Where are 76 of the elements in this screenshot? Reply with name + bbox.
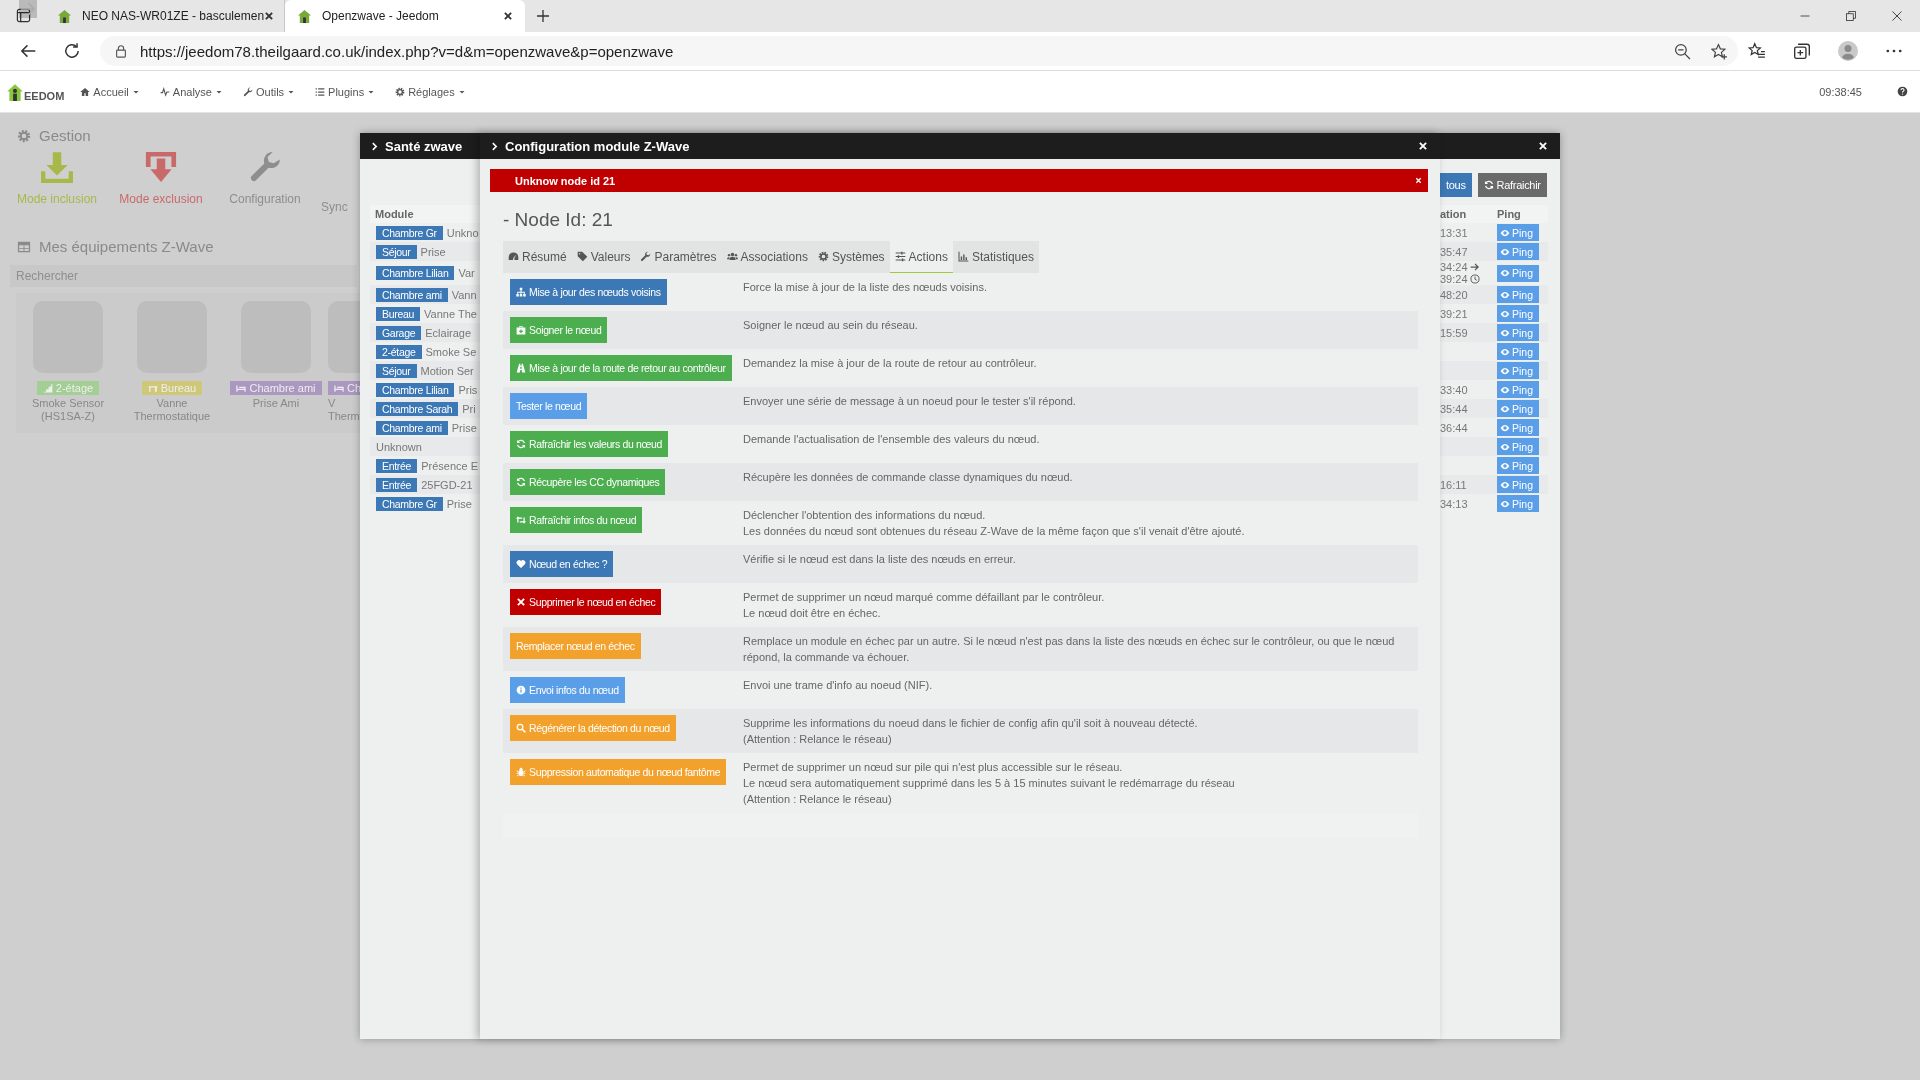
room-label: Garage [376,325,422,340]
column-header: ation [1440,208,1468,220]
time-text: 34:24 [1440,261,1468,273]
time-text: 35:44 [1440,402,1468,415]
room-label: Chambre Gr [376,225,443,240]
action-description: Supprime les informations du noeud dans le fichier de config afin qu'il soit à nouveau détecté. [743,716,1199,731]
time-text: 48:20 [1440,288,1468,301]
time-text: 34:13 [1440,497,1468,510]
time-text: 33:40 [1440,383,1468,396]
module-name: Motion Ser [420,364,474,377]
module-name: Prise [420,245,446,258]
action-description: Demandez la mise à jour de la route de retour au contrôleur. [743,356,1038,371]
action-description: Permet de supprimer un nœud marqué comme défaillant par le contrôleur. [743,590,1106,605]
modal-title: Configuration module Z-Wave [505,138,690,154]
module-name: Pris [458,383,478,396]
time-text: 16:11 [1440,478,1467,491]
room-label: Entrée [376,458,418,473]
action-description: Soigner le nœud au sein du réseau. [743,318,919,333]
room-label: Entrée [376,477,418,492]
time-text: 13:31 [1440,226,1468,239]
room-tag: 2-étage [36,381,100,395]
room-tag: Chambre ami [230,381,322,395]
room-tag: Bureau [141,381,203,395]
module-name: Vanne The [424,307,477,320]
room-label: Chambre Lilian [376,266,455,280]
action-description: Le nœud sera automatiquement supprimé dans les 5 à 15 minutes suivant le redémarrage du réseau [743,776,1236,791]
node-title: - Node Id: 21 [503,209,614,231]
column-header: Ping [1497,208,1521,220]
time-text: 39:24 [1440,273,1468,285]
room-label: Chambre ami [376,420,448,435]
module-name: Prise [451,421,477,434]
action-description: Force la mise à jour de la liste des nœuds voisins. [743,280,988,295]
modal-title: Santé zwave [385,138,463,154]
action-description: Remplace un module en échec par un autre. Si le nœud n'est pas dans la liste des nœuds en échec sur le contrôleur, ou que le nœud répond, la commande va échouer. [743,634,1396,665]
action-description: (Attention : Relance le réseau) [743,792,893,807]
action-description: Envoi une trame d'info au noeud (NIF). [743,678,934,693]
action-description: Envoyer une série de message à un noeud pour le tester s'il répond. [743,394,1077,409]
action-description: (Attention : Relance le réseau) [743,732,893,747]
time-text: 35:47 [1440,245,1468,258]
clock-time: 09:38:45 [1819,85,1862,98]
time-text: 15:59 [1440,326,1468,339]
action-description: Vérifie si le nœud est dans la liste des nœuds en erreur. [743,552,1017,567]
action-description: Le nœud doit être en échec. [743,606,882,621]
module-name: Pri [462,402,476,415]
module-name: Unknown [376,440,422,453]
section-title: Mes équipements Z-Wave [39,238,214,255]
url-text: https://jeedom78.theilgaard.co.uk/index.php?v=d&m=openzwave&p=openzwave [140,42,675,60]
action-description: Récupère les données de commande classe dynamiques du nœud. [743,470,1074,485]
room-label: Chambre Lilian [376,382,455,397]
module-name: Présence E [421,459,478,472]
module-name: Vann [451,288,477,301]
module-name: Eclairage [425,326,472,339]
column-header: Module [375,208,414,220]
module-name: Var [458,267,475,279]
action-description: Déclencher l'obtention des informations du nœud. [743,508,987,523]
module-name: 25FGD-21 [421,478,473,491]
error-alert: Unknow node id 21 [490,169,1428,192]
action-description: Les données du nœud sont obtenues du réseau Z-Wave de la même façon que s'il venait d'être ajouté. [743,524,1246,539]
time-text: 36:44 [1440,421,1468,434]
module-name: Smoke Se [425,345,477,358]
time-text: 39:21 [1440,307,1468,320]
module-name: Unkno [446,226,479,239]
room-label: Chambre ami [376,287,448,302]
tab-title: NEO NAS-WR01ZE - basculemen [82,9,265,23]
module-name: Prise [446,497,472,510]
room-label: Séjour [376,363,417,378]
tab-title: Openzwave - Jeedom [322,9,440,23]
action-description: Demande l'actualisation de l'ensemble des valeurs du nœud. [743,432,1041,447]
room-label: Bureau [376,306,421,321]
room-label: Chambre Gr [376,496,443,511]
section-title: Gestion [39,127,91,144]
action-description: Permet de supprimer un nœud sur pile qui n'est plus accessible sur le réseau. [743,760,1124,775]
room-label: Chambre Sarah [376,401,459,416]
room-label: 2-étage [376,344,422,359]
logo-text: EEDOM [24,89,65,102]
room-label: Séjour [376,244,417,259]
